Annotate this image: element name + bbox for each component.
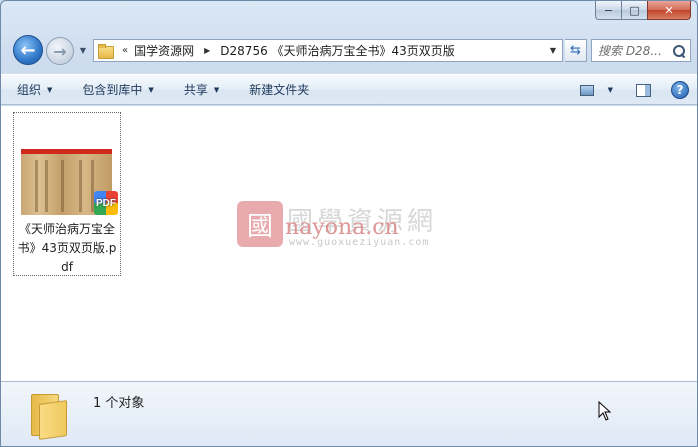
share-menu[interactable]: 共享 ▼ (184, 81, 219, 98)
search-icon[interactable] (672, 44, 686, 58)
search-input[interactable]: 搜索 D28... (591, 39, 691, 62)
chevron-down-icon: ▼ (148, 85, 154, 94)
watermark-logo: 國 (237, 201, 283, 247)
item-count: 1 个对象 (93, 396, 145, 411)
folder-icon (98, 43, 114, 59)
refresh-button[interactable]: ⇆ (565, 39, 587, 62)
include-in-library-menu[interactable]: 包含到库中 ▼ (82, 81, 153, 98)
share-label: 共享 (183, 83, 208, 97)
caption-buttons: − □ ✕ (595, 1, 691, 21)
watermark: 國 國學資源網 nayona.cn www.guoxueziyuan.com (237, 201, 467, 256)
preview-pane-icon[interactable] (633, 80, 653, 100)
forward-arrow-icon: → (53, 41, 67, 61)
breadcrumb-item-root[interactable]: 国学资源网 (134, 42, 194, 59)
navigation-bar: ← → ▼ « 国学资源网 ▶ D28756 《天师治病万宝全书》43页双页版 … (9, 34, 691, 66)
file-name: 《天师治病万宝全书》43页双页版.pdf (17, 222, 117, 274)
new-folder-label: 新建文件夹 (249, 83, 310, 97)
include-in-library-label: 包含到库中 (82, 83, 143, 97)
address-dropdown[interactable]: ▼ (544, 40, 562, 61)
command-bar-right: ▼ ? (580, 80, 689, 100)
explorer-window: − □ ✕ ← → ▼ « 国学资源网 ▶ D28756 《天师治病万宝全书》4… (0, 0, 698, 447)
maximize-button[interactable]: □ (621, 1, 647, 20)
address-bar[interactable]: « 国学资源网 ▶ D28756 《天师治病万宝全书》43页双页版 ▼ (93, 39, 563, 62)
back-button[interactable]: ← (13, 35, 43, 65)
change-view-icon[interactable] (580, 80, 600, 100)
breadcrumb-overflow[interactable]: « (122, 45, 128, 56)
organize-menu[interactable]: 组织 ▼ (17, 81, 52, 98)
mouse-cursor-icon (598, 401, 612, 421)
breadcrumb-item-current[interactable]: D28756 《天师治病万宝全书》43页双页版 (220, 42, 455, 59)
refresh-icon: ⇆ (570, 43, 581, 58)
chevron-down-icon: ▼ (549, 46, 557, 55)
chevron-down-icon: ▼ (47, 85, 53, 94)
back-arrow-icon: ← (20, 39, 36, 61)
file-item[interactable]: PDF PDF 《天师治病万宝全书》43页双页版.pdf (13, 112, 121, 276)
search-placeholder: 搜索 D28... (598, 44, 662, 58)
view-options-dropdown[interactable]: ▼ (608, 86, 613, 94)
file-list[interactable]: PDF PDF 《天师治病万宝全书》43页双页版.pdf 國 國學資源網 nay… (1, 106, 697, 381)
close-button[interactable]: ✕ (647, 1, 691, 20)
watermark-url: www.guoxueziyuan.com (289, 237, 430, 248)
chevron-down-icon: ▼ (79, 45, 87, 55)
details-pane: 1 个对象 (1, 381, 697, 446)
thumbnail-header: PDF (62, 149, 71, 154)
minimize-button[interactable]: − (595, 1, 621, 20)
new-folder-button[interactable]: 新建文件夹 (249, 81, 309, 98)
forward-button[interactable]: → (46, 37, 74, 65)
folder-icon (31, 390, 71, 440)
chevron-down-icon: ▼ (213, 85, 220, 94)
recent-pages-dropdown[interactable]: ▼ (77, 44, 89, 56)
organize-label: 组织 (17, 83, 42, 97)
command-bar: 组织 ▼ 包含到库中 ▼ 共享 ▼ 新建文件夹 ▼ ? (1, 74, 697, 105)
help-icon[interactable]: ? (671, 81, 689, 99)
breadcrumb-separator-icon[interactable]: ▶ (204, 46, 210, 55)
pdf-icon: PDF (94, 191, 118, 215)
